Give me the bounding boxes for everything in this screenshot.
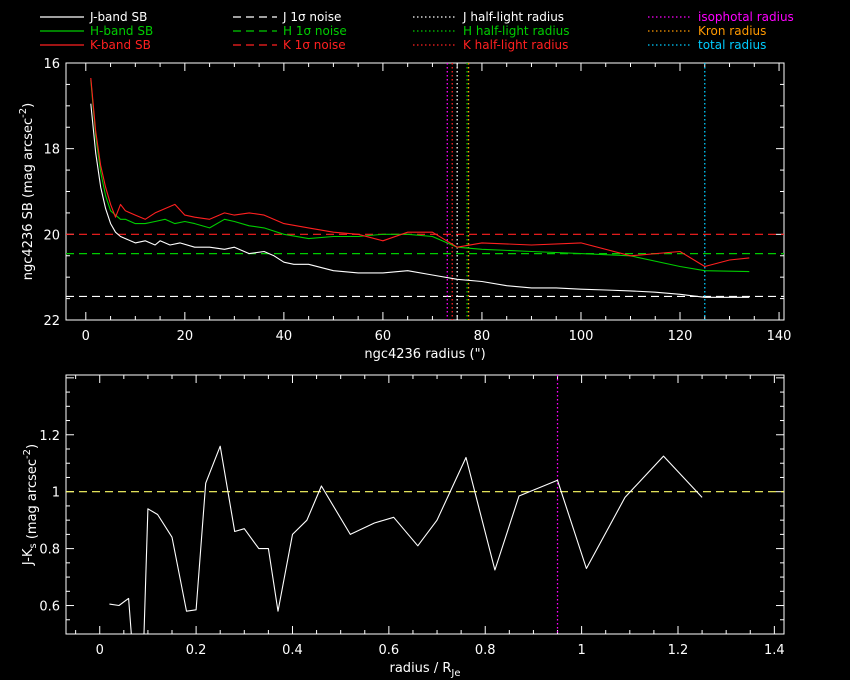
legend-label: H-band SB — [90, 24, 153, 38]
chart-canvas: J-band SBH-band SBK-band SB J 1σ noiseH 1… — [18, 10, 794, 679]
series-line — [90, 80, 750, 273]
x-tick-label: 60 — [375, 329, 392, 344]
legend-label: K 1σ noise — [283, 38, 346, 52]
x-tick-label: 0 — [82, 329, 90, 344]
y-tick-label: 20 — [43, 228, 60, 243]
x-tick-label: 120 — [668, 329, 693, 344]
plot-area — [66, 375, 784, 634]
x-tick-label: 1.2 — [668, 643, 689, 658]
legend-label: K-band SB — [90, 38, 151, 52]
x-tick-label: 100 — [569, 329, 594, 344]
color-profile-panel: 0 0.2 0.4 0.6 0.8 1 1.2 1.4 0.6 0.8 1 1.2 radius / R… — [21, 374, 785, 679]
plot-frame — [65, 374, 785, 635]
x-axis-label: radius / RJe — [390, 661, 461, 679]
y-tick-label: 22 — [43, 314, 60, 329]
legend-label: total radius — [698, 38, 766, 52]
x-tick-label: 0 — [96, 643, 104, 658]
x-tick-label: 1.4 — [764, 643, 785, 658]
y-tick-label: 0.8 — [39, 543, 60, 558]
series-line — [90, 77, 750, 268]
legend-label: J-band SB — [89, 10, 147, 24]
series-line — [90, 103, 750, 298]
x-tick-label: 0.2 — [186, 643, 207, 658]
x-tick-label: 0.4 — [282, 643, 303, 658]
y-tick-label: 18 — [43, 143, 60, 158]
x-tick-label: 80 — [474, 329, 491, 344]
y-tick-label: 0.6 — [39, 600, 60, 615]
legend-label: J half-light radius — [462, 10, 564, 24]
sb-profile-panel: 0 20 40 60 80 100 120 140 16 18 20 22 ngc4236 radius… — [18, 57, 791, 362]
legend: J-band SBH-band SBK-band SB J 1σ noiseH 1… — [40, 10, 794, 52]
legend-label: J 1σ noise — [282, 10, 341, 24]
legend-label: isophotal radius — [698, 10, 794, 24]
plot-area — [66, 63, 784, 320]
y-tick-label: 1.2 — [39, 429, 60, 444]
x-tick-label: 140 — [767, 329, 792, 344]
y-tick-label: 1 — [52, 486, 60, 501]
plot-frame — [65, 62, 785, 321]
x-tick-label: 40 — [276, 329, 293, 344]
legend-label: K half-light radius — [463, 38, 568, 52]
x-tick-label: 1 — [577, 643, 585, 658]
y-axis-label: J-Ks (mag arcsec-2) — [21, 444, 40, 566]
x-axis-label: ngc4236 radius (") — [364, 347, 485, 362]
legend-label: Kron radius — [698, 24, 766, 38]
y-tick-label: 16 — [43, 57, 60, 72]
x-tick-label: 0.8 — [475, 643, 496, 658]
y-axis-label: ngc4236 SB (mag arcsec-2) — [18, 103, 36, 280]
series-line — [109, 445, 703, 634]
legend-label: H half-light radius — [463, 24, 570, 38]
legend-label: H 1σ noise — [283, 24, 347, 38]
x-tick-label: 0.6 — [379, 643, 400, 658]
x-tick-label: 20 — [177, 329, 194, 344]
